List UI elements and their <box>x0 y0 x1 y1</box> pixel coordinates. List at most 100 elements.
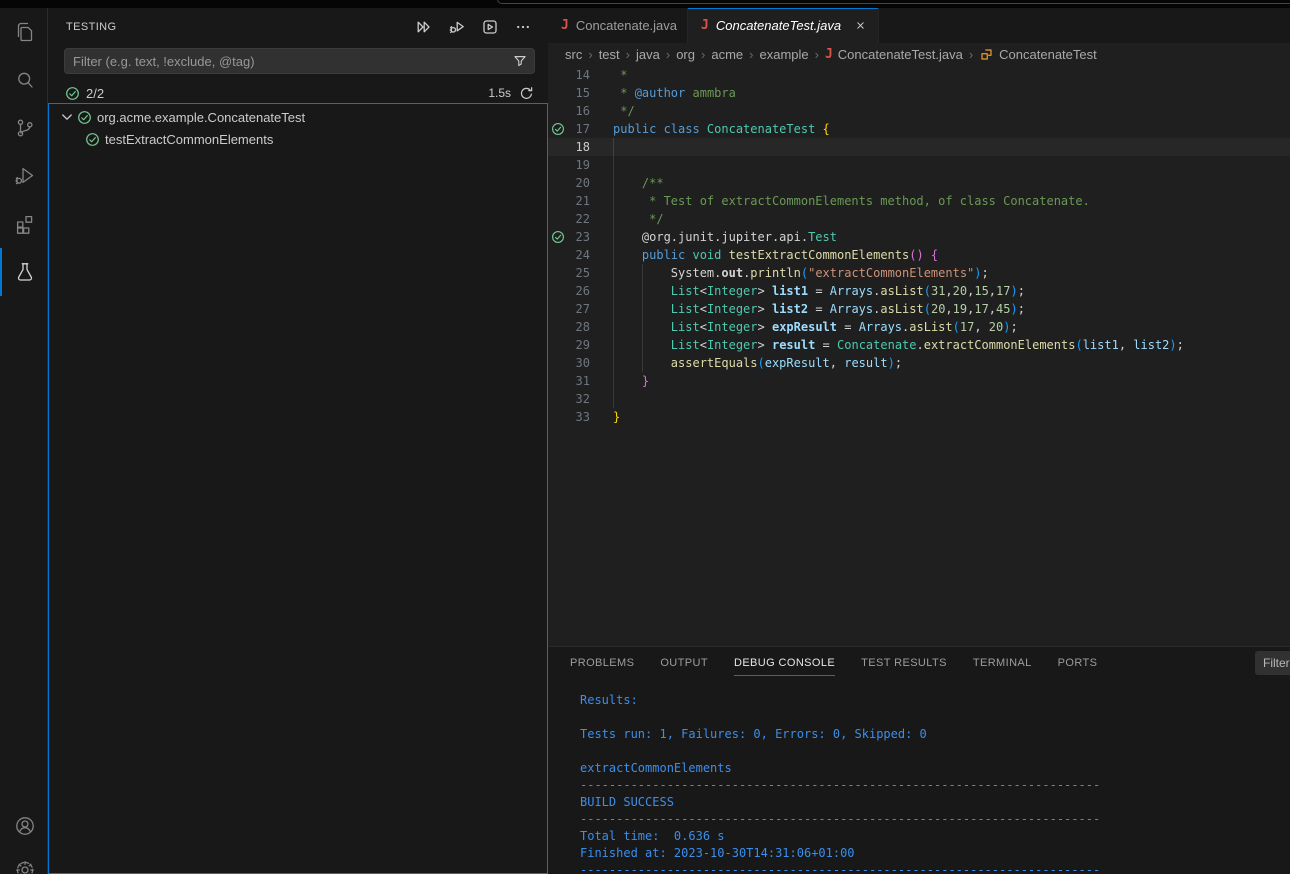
line-text: */ <box>613 212 664 226</box>
code-line: 15 * @author ammbra <box>548 84 1290 102</box>
panel-tab-terminal[interactable]: TERMINAL <box>973 647 1032 679</box>
panel-tab-ports[interactable]: PORTS <box>1058 647 1098 679</box>
code-line: 14 * <box>548 66 1290 84</box>
run-tests-button[interactable] <box>413 16 435 38</box>
token: > <box>758 320 772 334</box>
token: ; <box>895 356 902 370</box>
chevron-down-icon[interactable] <box>59 109 75 125</box>
breadcrumb-item[interactable]: src <box>565 47 582 62</box>
activity-source-control-button[interactable] <box>0 104 48 152</box>
line-number: 24 <box>566 248 590 262</box>
line-number: 15 <box>566 86 590 100</box>
token: ; <box>1018 284 1025 298</box>
token: , <box>974 320 988 334</box>
token: out <box>721 266 743 280</box>
code-editor[interactable]: 14 *15 * @author ammbra16 */17public cla… <box>548 66 1290 646</box>
show-output-button[interactable] <box>479 16 501 38</box>
test-tree-item[interactable]: testExtractCommonElements <box>49 128 547 150</box>
activity-extensions-button[interactable] <box>0 200 48 248</box>
activity-accounts-button[interactable] <box>0 804 48 848</box>
activity-run-and-debug-button[interactable] <box>0 152 48 200</box>
token: , <box>989 302 996 316</box>
boxed-play-icon <box>482 19 498 35</box>
breadcrumb-item[interactable]: java <box>636 47 660 62</box>
token <box>815 122 822 136</box>
token: , <box>945 284 952 298</box>
line-number: 22 <box>566 212 590 226</box>
gutter-pass-icon[interactable] <box>550 122 566 136</box>
token: assertEquals <box>671 356 758 370</box>
activity-bar-bottom <box>0 804 48 874</box>
more-actions-button[interactable] <box>512 16 534 38</box>
console-filter-input[interactable] <box>1255 656 1290 670</box>
line-text: public class ConcatenateTest { <box>613 122 830 136</box>
breadcrumb-label: ConcatenateTest <box>999 47 1097 62</box>
editor-tab[interactable]: JConcatenate.java <box>548 8 688 43</box>
editor-group: JConcatenate.javaJConcatenateTest.java s… <box>548 8 1290 646</box>
console-filter-box <box>1255 651 1290 675</box>
debug-tests-button[interactable] <box>446 16 468 38</box>
token <box>613 320 671 334</box>
console-line: BUILD SUCCESS <box>580 794 1290 811</box>
breadcrumb: src›test›java›org›acme›example›JConcaten… <box>548 43 1290 66</box>
debug-icon <box>13 164 37 188</box>
token: list2 <box>1133 338 1169 352</box>
panel-tab-test-results[interactable]: TEST RESULTS <box>861 647 947 679</box>
code-line: 25 System.out.println("extractCommonElem… <box>548 264 1290 282</box>
activity-search-button[interactable] <box>0 56 48 104</box>
breadcrumb-item[interactable]: acme <box>711 47 743 62</box>
token: < <box>700 320 707 334</box>
token: < <box>700 338 707 352</box>
filter-funnel-icon[interactable] <box>513 54 527 68</box>
console-line: Results: <box>580 692 1290 709</box>
breadcrumb-separator: › <box>963 47 979 62</box>
activity-testing-button[interactable] <box>0 248 48 296</box>
token: = <box>837 320 859 334</box>
token: List <box>671 338 700 352</box>
token: result <box>844 356 887 370</box>
gear-icon <box>13 858 37 874</box>
token: 45 <box>996 302 1010 316</box>
token: void <box>692 248 728 262</box>
account-icon <box>13 814 37 838</box>
panel-tab-debug-console[interactable]: DEBUG CONSOLE <box>734 647 835 679</box>
panel-tab-problems[interactable]: PROBLEMS <box>570 647 634 679</box>
panel-tab-output[interactable]: OUTPUT <box>660 647 708 679</box>
editor-tab[interactable]: JConcatenateTest.java <box>688 8 879 43</box>
breadcrumb-item[interactable]: example <box>759 47 808 62</box>
token: asList <box>909 320 952 334</box>
token <box>613 338 671 352</box>
gutter-pass-icon[interactable] <box>550 230 566 244</box>
token: { <box>931 248 938 262</box>
java-file-icon: J <box>561 18 569 33</box>
token: ; <box>1010 320 1017 334</box>
breadcrumb-item[interactable]: test <box>599 47 620 62</box>
breadcrumb-item[interactable]: org <box>676 47 695 62</box>
code-line: 19 <box>548 156 1290 174</box>
code-line: 16 */ <box>548 102 1290 120</box>
sidebar-title: TESTING <box>66 21 116 33</box>
breadcrumb-item[interactable]: ConcatenateTest <box>979 47 1097 62</box>
line-number: 20 <box>566 176 590 190</box>
breadcrumb-label: acme <box>711 47 743 62</box>
test-tree-item[interactable]: org.acme.example.ConcatenateTest <box>49 106 547 128</box>
token: Concatenate <box>837 338 916 352</box>
token: 20 <box>953 284 967 298</box>
refresh-tests-icon[interactable] <box>519 86 534 101</box>
activity-settings-button[interactable] <box>0 848 48 874</box>
breadcrumb-item[interactable]: JConcatenateTest.java <box>825 47 963 62</box>
token: ) <box>974 266 981 280</box>
token: ( <box>924 284 931 298</box>
activity-bar <box>0 8 48 874</box>
token: Integer <box>707 320 758 334</box>
close-icon[interactable] <box>852 18 868 34</box>
console-line: Tests run: 1, Failures: 0, Errors: 0, Sk… <box>580 726 1290 743</box>
token: */ <box>613 104 635 118</box>
window-top-strip <box>0 0 1290 8</box>
activity-explorer-button[interactable] <box>0 8 48 56</box>
line-text: List<Integer> list1 = Arrays.asList(31,2… <box>613 284 1025 298</box>
token: Arrays <box>830 302 873 316</box>
test-filter-input[interactable] <box>65 54 513 69</box>
breadcrumb-label: src <box>565 47 582 62</box>
code-line: 26 List<Integer> list1 = Arrays.asList(3… <box>548 282 1290 300</box>
